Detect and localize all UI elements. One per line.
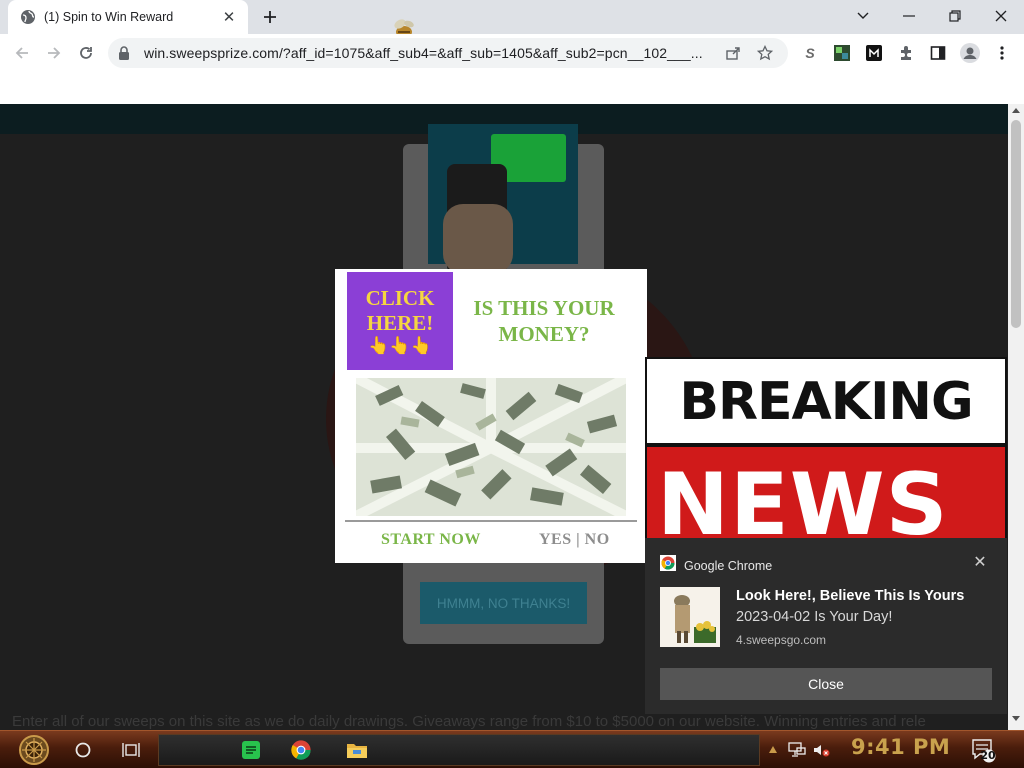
network-icon[interactable] [786,735,808,765]
notification-count-badge: 20 [980,749,996,762]
close-window-button[interactable] [978,0,1024,32]
globe-icon [20,9,36,25]
cortana-icon[interactable] [68,735,98,765]
menu-icon[interactable] [992,43,1012,63]
minimize-icon [903,15,915,17]
breaking-text: BREAKING [679,372,973,432]
lock-icon[interactable] [118,46,134,60]
pointing-hands-icon: 👆👆👆 [368,336,432,355]
plus-icon [264,11,276,23]
chevron-down-icon [857,12,869,19]
tab-title: (1) Spin to Win Reward [44,10,174,24]
minimize-button[interactable] [886,0,932,32]
scrollbar-thumb[interactable] [1011,120,1021,328]
notification-source: 4.sweepsgo.com [736,633,827,647]
hand-image [443,204,513,274]
start-button[interactable] [10,735,58,765]
taskbar-clock[interactable]: 9:41 PM [851,735,950,759]
sidepanel-icon[interactable] [928,43,948,63]
share-icon[interactable] [720,40,746,66]
chrome-taskbar-icon[interactable] [286,735,316,765]
task-view-icon[interactable] [116,735,146,765]
start-now-link[interactable]: START NOW [381,531,481,549]
extension-game-icon[interactable] [832,43,852,63]
scroll-up-icon[interactable] [1012,108,1020,113]
money-ad-popup[interactable]: CLICK HERE! 👆👆👆 IS THIS YOUR MONEY? STAR… [335,269,647,563]
news-banner: NEWS [647,447,1005,542]
back-icon [15,47,28,59]
notification-close-icon[interactable]: ✕ [971,553,989,571]
chrome-icon [660,555,676,576]
ad-headline: IS THIS YOUR MONEY? [473,296,615,346]
click-here-banner[interactable]: CLICK HERE! 👆👆👆 [347,272,453,370]
forward-button[interactable] [40,39,68,67]
profile-icon[interactable] [960,43,980,63]
notification-app-name: Google Chrome [684,558,773,573]
reload-button[interactable] [72,39,100,67]
chrome-notification[interactable]: Google Chrome ✕ Look Here!, Believe This… [645,538,1007,714]
tab-strip: (1) Spin to Win Reward ✕ [0,0,1024,38]
notification-body: 2023-04-02 Is Your Day! [736,609,893,625]
click-here-text: CLICK HERE! [365,286,435,335]
new-tab-button[interactable] [258,5,282,29]
notification-image [660,587,720,647]
forward-icon [48,47,61,59]
infobar-space [0,72,1024,104]
address-bar[interactable]: win.sweepsprize.com/?aff_id=1075&aff_sub… [108,38,788,68]
scroll-down-icon[interactable] [1012,716,1020,721]
volume-muted-icon[interactable] [810,735,832,765]
breaking-news-ad[interactable]: BREAKING NEWS [645,357,1007,542]
tab-search-button[interactable] [840,0,886,32]
back-button[interactable] [8,39,36,67]
notes-app-icon[interactable] [236,735,266,765]
url-text: win.sweepsprize.com/?aff_id=1075&aff_sub… [144,45,703,61]
reload-icon [80,47,92,59]
yes-no-options[interactable]: YES | NO [539,531,610,549]
notification-header: Google Chrome [660,555,772,576]
maximize-icon [949,10,961,22]
extension-s-icon[interactable]: S [800,43,820,63]
folder-icon[interactable] [342,735,372,765]
extension-icon[interactable] [896,43,916,63]
tab-close-icon[interactable]: ✕ [220,8,238,26]
flying-money-image[interactable] [356,378,626,516]
notification-close-button[interactable]: Close [660,668,992,700]
tab-active[interactable]: (1) Spin to Win Reward ✕ [8,0,248,34]
tray-overflow-icon[interactable] [764,735,782,765]
ad-divider [345,520,637,522]
close-icon [995,10,1007,22]
news-text: NEWS [657,455,949,542]
page-description: Enter all of our sweeps on this site as … [12,713,926,730]
notification-title: Look Here!, Believe This Is Yours [736,588,965,604]
page-scrollbar[interactable] [1008,104,1024,730]
no-thanks-button[interactable]: HMMM, NO THANKS! [420,582,587,624]
star-icon[interactable] [752,40,778,66]
extension-m-icon[interactable] [864,43,884,63]
restore-button[interactable] [932,0,978,32]
browser-toolbar: win.sweepsprize.com/?aff_id=1075&aff_sub… [0,34,1024,72]
